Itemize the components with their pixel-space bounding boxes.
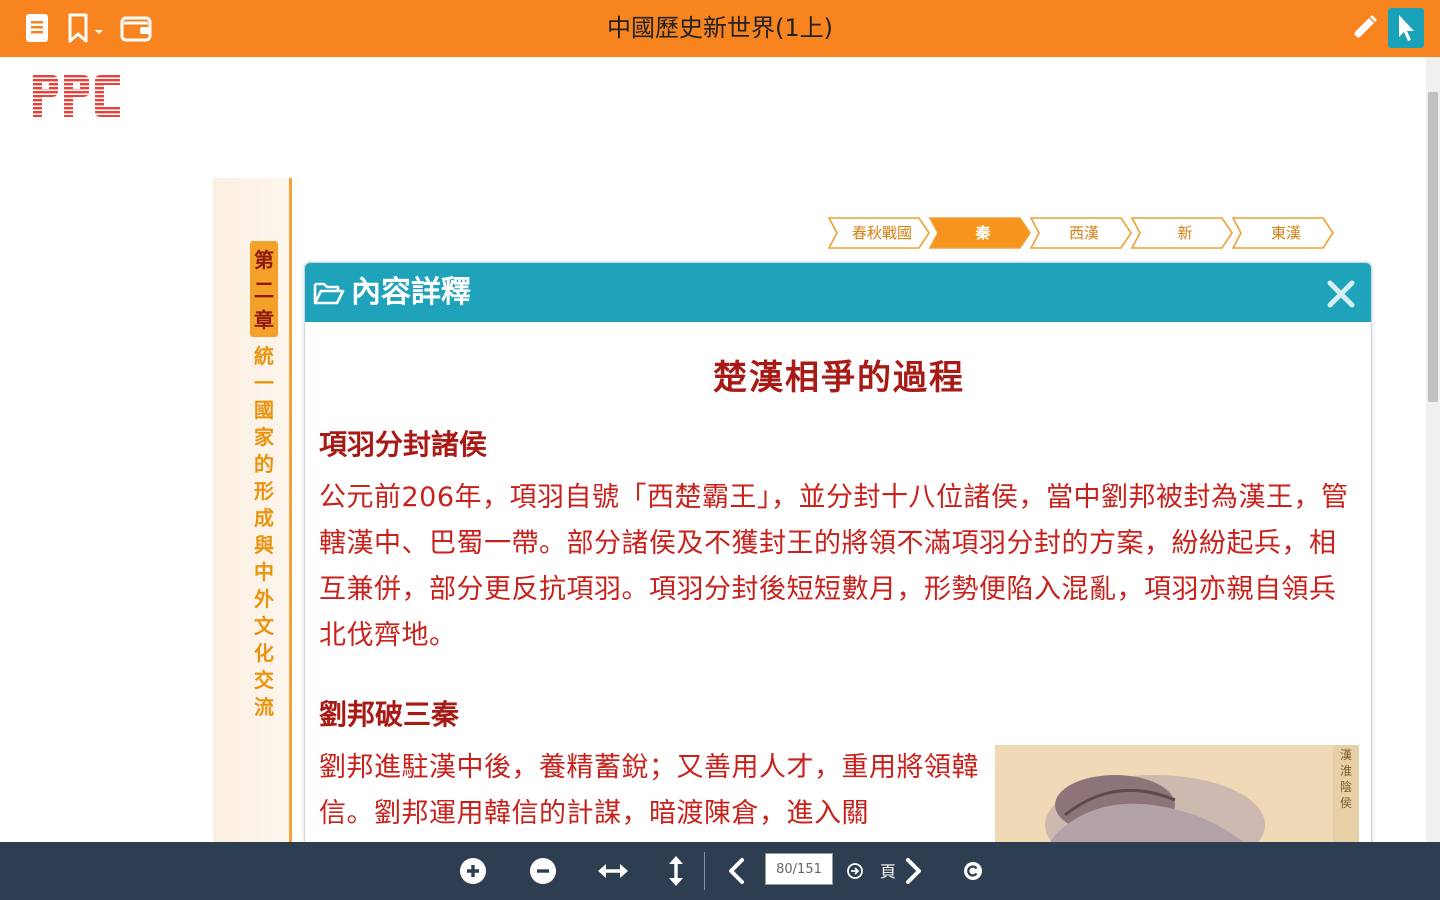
- previous-page-icon[interactable]: [724, 853, 748, 889]
- fit-width-icon[interactable]: [596, 853, 630, 889]
- cursor-icon[interactable]: [1388, 8, 1424, 48]
- book-page: 第二章 統一國家的形成與中外文化交流 春秋戰國 秦 西漢 新 東漢 內容詳釋 楚漢相爭的…: [0, 57, 1426, 842]
- dialog-title: 內容詳釋: [351, 275, 471, 310]
- timeline-item[interactable]: 秦: [928, 217, 1031, 249]
- dialog-header: 內容詳釋: [305, 263, 1371, 322]
- timeline-item[interactable]: 新: [1130, 217, 1233, 249]
- timeline-item[interactable]: 春秋戰國: [827, 217, 930, 249]
- timeline-item-label: 秦: [975, 224, 991, 242]
- chapter-divider: [289, 178, 292, 842]
- wallet-icon[interactable]: [120, 10, 152, 46]
- timeline-item-label: 春秋戰國: [851, 224, 912, 242]
- next-page-icon[interactable]: [902, 853, 926, 889]
- article-title: 楚漢相爭的過程: [713, 358, 965, 398]
- dynasty-timeline: 春秋戰國 秦 西漢 新 東漢: [827, 217, 1334, 249]
- bookmark-dropdown-icon[interactable]: [66, 10, 106, 46]
- ppc-logo: [30, 67, 126, 127]
- page-unit-label: 頁: [880, 862, 897, 881]
- zoom-in-icon[interactable]: [458, 853, 488, 889]
- chapter-tag: 第二章: [250, 241, 278, 337]
- page-number-input[interactable]: [765, 853, 833, 885]
- section-text: 公元前206年，項羽自號「西楚霸王」，並分封十八位諸侯，當中劉邦被封為漢王，管轄…: [319, 482, 1349, 651]
- folder-open-icon: [313, 280, 345, 310]
- fit-height-icon[interactable]: [664, 853, 688, 889]
- toolbar-separator: [704, 852, 705, 890]
- timeline-item[interactable]: 東漢: [1231, 217, 1334, 249]
- top-toolbar: 中國歷史新世界(1上): [0, 0, 1440, 57]
- chapter-tag-text: 第二章: [254, 248, 274, 332]
- pencil-icon[interactable]: [1348, 10, 1380, 46]
- section-title: 劉邦破三秦: [319, 698, 460, 731]
- bottom-toolbar: 頁: [0, 842, 1440, 900]
- timeline-item-label: 東漢: [1270, 224, 1301, 242]
- timeline-item[interactable]: 西漢: [1029, 217, 1132, 249]
- refresh-icon[interactable]: [962, 853, 984, 889]
- content-detail-dialog: 內容詳釋 楚漢相爭的過程 項羽分封諸侯 公元前206年，項羽自號「西楚霸王」，並…: [304, 262, 1372, 842]
- section-text: 劉邦進駐漢中後，養精蓄銳；又善用人才，重用將領韓信。劉邦運用韓信的計謀，暗渡陳倉…: [319, 752, 979, 829]
- section-title: 項羽分封諸侯: [319, 428, 488, 461]
- chapter-title: 統一國家的形成與中外文化交流: [254, 344, 274, 719]
- go-to-page-icon[interactable]: [844, 853, 866, 889]
- han-xin-portrait: 漢淮陰侯: [995, 745, 1359, 842]
- dialog-body: 楚漢相爭的過程 項羽分封諸侯 公元前206年，項羽自號「西楚霸王」，並分封十八位…: [319, 322, 1359, 842]
- zoom-out-icon[interactable]: [528, 853, 558, 889]
- portrait-caption: 漢淮陰侯: [1339, 748, 1352, 810]
- book-icon[interactable]: [22, 10, 52, 46]
- app-title: 中國歷史新世界(1上): [607, 14, 833, 42]
- section-content: 劉邦進駐漢中後，養精蓄銳；又善用人才，重用將領韓信。劉邦運用韓信的計謀，暗渡陳倉…: [319, 745, 1359, 842]
- timeline-item-label: 新: [1177, 224, 1193, 242]
- timeline-item-label: 西漢: [1068, 224, 1099, 242]
- scrollbar-thumb[interactable]: [1428, 92, 1438, 402]
- close-icon[interactable]: [1325, 278, 1357, 310]
- vertical-scrollbar[interactable]: [1426, 57, 1440, 842]
